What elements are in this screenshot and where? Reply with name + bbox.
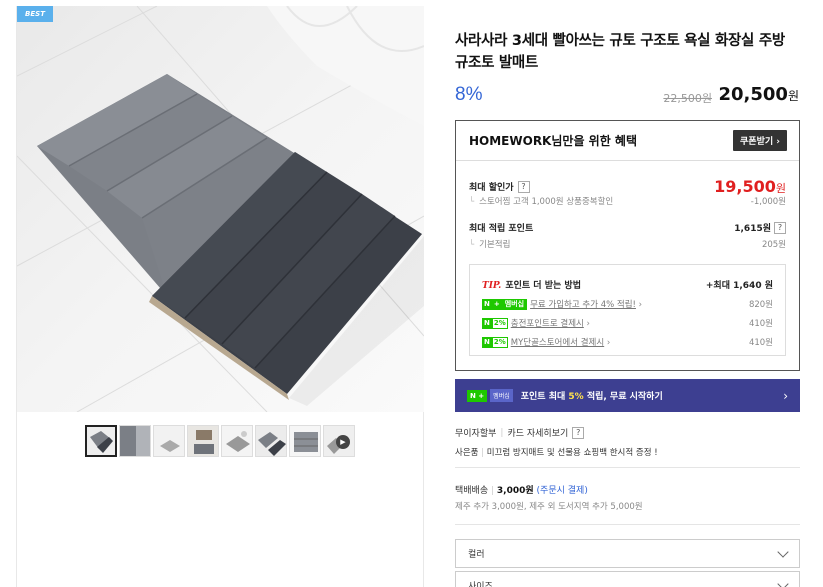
chevron-down-icon (777, 577, 789, 587)
card-details-link[interactable]: 카드 자세히보기 (507, 426, 568, 439)
color-select-label: 컬러 (468, 550, 485, 560)
tip-row-value: 410원 (748, 319, 773, 329)
chevron-down-icon (777, 545, 789, 558)
sale-price-value: 20,500 (718, 84, 788, 105)
naver-membership-banner[interactable]: N + 멤버십 포인트 최대 5% 적립, 무료 시작하기 › (455, 379, 800, 412)
original-price: 22,500원 (663, 92, 712, 105)
gift-text: 미끄럼 방지매트 및 선물용 쇼핑백 한시적 증정 ! (486, 448, 658, 458)
tip-word: TIP. (482, 281, 502, 291)
help-icon[interactable]: ? (572, 426, 585, 439)
discount-rate: 8% (455, 84, 483, 105)
thumbnail-3[interactable] (153, 425, 185, 457)
max-points-row: 최대 적립 포인트 1,615원? (469, 221, 786, 234)
discount-sub-row: └ 스토어찜 고객 1,000원 상품중복할인 -1,000원 (469, 195, 786, 207)
thumbnail-2[interactable] (119, 425, 151, 457)
naver-2pct-tag: N 2% (482, 318, 508, 329)
naver-membership-tag: N + 멤버십 (482, 299, 528, 310)
thumbnail-4[interactable] (187, 425, 219, 457)
tip-row-label[interactable]: 충전포인트로 결제시 (511, 319, 584, 329)
tip-total: +최대 1,640 원 (705, 281, 773, 291)
gift-label: 사은품 (455, 448, 479, 458)
shipping-fee: 3,000원 (496, 486, 534, 496)
divider (455, 467, 800, 468)
thumbnail-7[interactable] (289, 425, 321, 457)
benefit-title: HOMEWORK님만을 위한 혜택 (469, 134, 637, 148)
naver-plus-tag: N + (467, 389, 488, 402)
shipping-extra: 제주 추가 3,000원, 제주 외 도서지역 추가 5,000원 (455, 502, 643, 512)
help-icon[interactable]: ? (774, 221, 786, 234)
shipping-label: 택배배송 (455, 486, 489, 496)
thumbnail-8-video[interactable]: ▶ (323, 425, 355, 457)
get-coupon-button[interactable]: 쿠폰받기 › (733, 130, 787, 151)
size-select[interactable]: 사이즈 (455, 571, 800, 587)
sub-arrow-icon: └ (469, 197, 475, 207)
best-badge: BEST (17, 6, 53, 22)
discount-sub-value: -1,000원 (750, 197, 786, 207)
points-sub-label: 기본적립 (479, 240, 511, 250)
gift-row: 사은품 | 미끄럼 방지매트 및 선물용 쇼핑백 한시적 증정 ! (455, 448, 658, 458)
max-discount-price: 19,500원 (714, 177, 786, 196)
shipping-row: 택배배송 | 3,000원 (주문시 결제) (455, 486, 588, 496)
thumbnail-5[interactable] (221, 425, 253, 457)
sub-arrow-icon: └ (469, 240, 475, 250)
thumbnail-strip: ▶ (85, 425, 355, 457)
size-select-label: 사이즈 (468, 582, 493, 587)
color-select[interactable]: 컬러 (455, 539, 800, 568)
sale-price-unit: 원 (787, 89, 799, 103)
naver-2pct-tag: N 2% (482, 337, 508, 348)
product-main-image[interactable] (17, 6, 424, 412)
tip-row-label[interactable]: 무료 가입하고 추가 4% 적립! (530, 300, 636, 310)
thumbnail-1[interactable] (85, 425, 117, 457)
tip-title: 포인트 더 받는 방법 (505, 281, 581, 291)
tip-header: TIP. 포인트 더 받는 방법 +최대 1,640 원 (482, 278, 773, 291)
product-gallery: BEST ▶ (16, 6, 424, 587)
bath-mat-photo (17, 6, 424, 412)
max-discount-unit: 원 (775, 182, 786, 195)
benefit-header: HOMEWORK님만을 위한 혜택 쿠폰받기 › (456, 121, 799, 161)
max-discount-value: 19,500 (714, 177, 776, 196)
max-points-value: 1,615원 (734, 224, 771, 234)
thumbnail-6[interactable] (255, 425, 287, 457)
max-discount-row: 최대 할인가? 19,500원 (469, 177, 786, 196)
sale-price: 20,500원 (718, 84, 799, 105)
tip-row-label[interactable]: MY단골스토어에서 결제시 (511, 338, 604, 348)
tip-row-value: 820원 (748, 300, 773, 310)
chevron-right-icon: › (783, 388, 788, 403)
tip-box: TIP. 포인트 더 받는 방법 +최대 1,640 원 N + 멤버십 무료 가입하고… (469, 264, 786, 356)
product-info: 사라사라 3세대 빨아쓰는 규토 구조토 욕실 화장실 주방 규조토 발매트 8… (455, 0, 800, 587)
tip-row-membership[interactable]: N + 멤버십 무료 가입하고 추가 4% 적립! › 820원 (482, 298, 773, 310)
max-discount-label: 최대 할인가 (469, 183, 514, 193)
discount-sub-label: 스토어찜 고객 1,000원 상품중복할인 (479, 197, 614, 207)
benefit-box: HOMEWORK님만을 위한 혜택 쿠폰받기 › 최대 할인가? 19,500원… (455, 120, 800, 371)
banner-text: 포인트 최대 5% 적립, 무료 시작하기 (520, 392, 663, 402)
play-icon: ▶ (336, 435, 350, 449)
membership-tag: 멤버십 (490, 389, 513, 402)
max-points-label: 최대 적립 포인트 (469, 224, 534, 234)
tip-row-value: 410원 (748, 338, 773, 348)
product-title: 사라사라 3세대 빨아쓰는 규토 구조토 욕실 화장실 주방 규조토 발매트 (455, 33, 785, 71)
help-icon[interactable]: ? (517, 180, 530, 193)
divider (455, 524, 800, 525)
installment-label: 무이자할부 (455, 429, 497, 439)
shipping-note: (주문시 결제) (536, 486, 588, 496)
installment-row: 무이자할부 | 카드 자세히보기 ? (455, 426, 585, 439)
points-sub-row: └ 기본적립 205원 (469, 238, 786, 250)
tip-row-charge-points[interactable]: N 2% 충전포인트로 결제시 › 410원 (482, 317, 773, 329)
tip-row-my-store[interactable]: N 2% MY단골스토어에서 결제시 › 410원 (482, 336, 773, 348)
points-sub-value: 205원 (761, 240, 786, 250)
